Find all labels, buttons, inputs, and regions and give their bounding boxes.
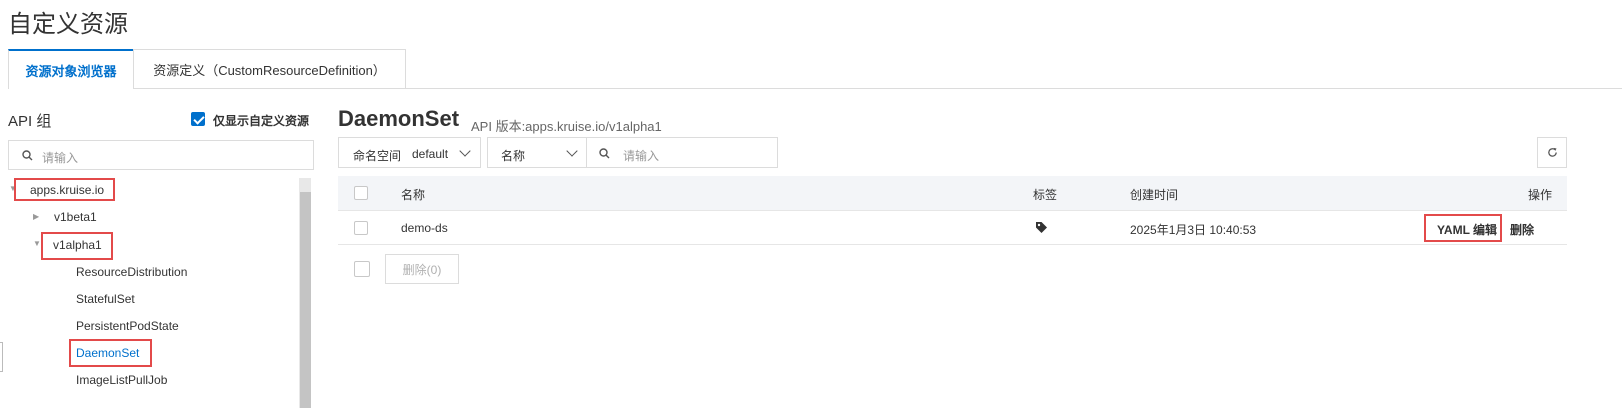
tree-group-apps-kruise-io[interactable]: apps.kruise.io: [30, 183, 104, 197]
filter-field-value: 名称: [501, 149, 526, 163]
tree-kind-daemonset[interactable]: DaemonSet: [76, 346, 139, 360]
tree-caret-icon[interactable]: ▼: [33, 239, 41, 248]
search-placeholder: 请输入: [42, 151, 79, 165]
tree-kind-imagelistpulljob[interactable]: ImageListPullJob: [76, 373, 167, 387]
namespace-label: 命名空间: [353, 149, 402, 163]
bulk-select-checkbox[interactable]: [354, 261, 370, 277]
collapse-handle[interactable]: [0, 342, 3, 372]
delete-link[interactable]: 删除: [1510, 221, 1534, 238]
row-divider: [338, 244, 1567, 245]
namespace-select[interactable]: 命名空间 default: [338, 137, 481, 168]
tab-crd[interactable]: 资源定义（CustomResourceDefinition）: [133, 49, 406, 88]
tab-resource-browser[interactable]: 资源对象浏览器: [8, 49, 134, 89]
chevron-down-icon: [566, 145, 578, 157]
tag-icon[interactable]: [1035, 221, 1048, 233]
resource-title: DaemonSet: [338, 106, 460, 131]
tree-caret-icon[interactable]: ▶: [33, 212, 39, 221]
column-header-actions: 操作: [1528, 188, 1553, 202]
refresh-icon: [1547, 147, 1557, 157]
table-row: demo-ds 2025年1月3日 10:40:53: [338, 210, 1567, 244]
page-title: 自定义资源: [8, 11, 128, 38]
bulk-delete-button[interactable]: 删除(0): [385, 254, 459, 284]
table-header: [338, 176, 1567, 211]
column-header-labels: 标签: [1033, 188, 1058, 202]
tree-kind-persistentpodstate[interactable]: PersistentPodState: [76, 319, 179, 333]
row-checkbox[interactable]: [354, 221, 368, 235]
tree-kind-resourcedistribution[interactable]: ResourceDistribution: [76, 265, 187, 279]
filter-field-select[interactable]: 名称: [487, 137, 587, 168]
tree-kind-statefulset[interactable]: StatefulSet: [76, 292, 135, 306]
custom-only-checkbox[interactable]: [191, 112, 205, 126]
tree-version-v1beta1[interactable]: v1beta1: [54, 210, 97, 224]
select-all-checkbox[interactable]: [354, 186, 368, 200]
refresh-button[interactable]: [1537, 137, 1567, 168]
api-group-title: API 组: [8, 113, 52, 130]
custom-only-label: 仅显示自定义资源: [213, 114, 310, 128]
column-header-name: 名称: [401, 188, 426, 202]
search-placeholder: 请输入: [623, 149, 660, 163]
namespace-value: default: [412, 147, 449, 161]
chevron-down-icon: [459, 145, 471, 157]
tabs-divider: [8, 88, 1622, 89]
row-name: demo-ds: [401, 221, 448, 235]
tree-version-v1alpha1[interactable]: v1alpha1: [53, 238, 102, 252]
api-group-search-input[interactable]: 请输入: [8, 140, 314, 170]
resource-search-input[interactable]: 请输入: [586, 137, 778, 168]
search-icon: [22, 150, 33, 161]
row-created: 2025年1月3日 10:40:53: [1130, 223, 1257, 237]
tree-scrollbar-thumb[interactable]: [300, 192, 311, 408]
api-version: API 版本:apps.kruise.io/v1alpha1: [471, 119, 662, 134]
search-icon: [599, 148, 610, 159]
yaml-edit-link[interactable]: YAML 编辑: [1437, 221, 1497, 238]
column-header-created: 创建时间: [1130, 188, 1179, 202]
